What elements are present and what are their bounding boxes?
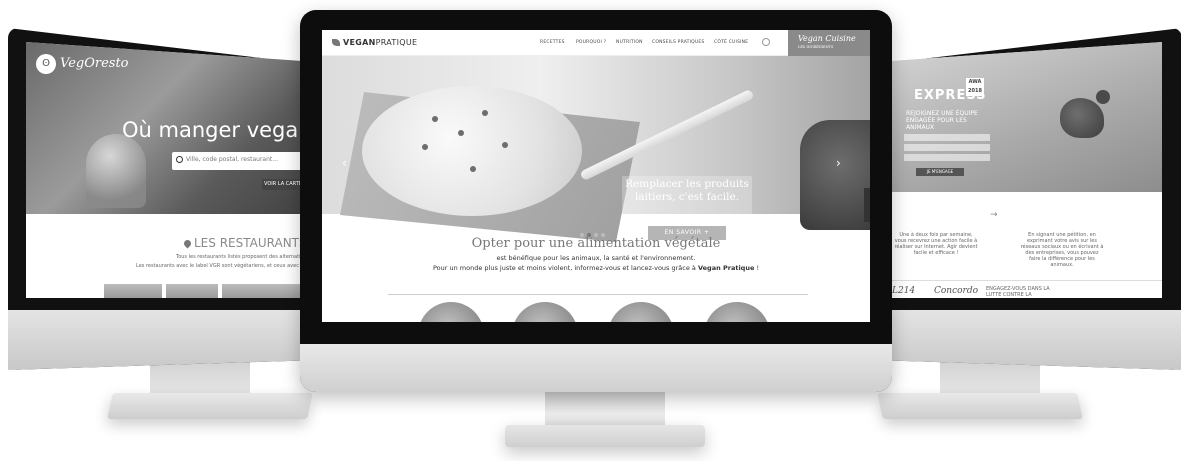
search-icon[interactable] bbox=[762, 38, 770, 46]
bread-image bbox=[800, 120, 870, 230]
herb-speck bbox=[432, 116, 438, 122]
hero-caption-line1: Remplacer les produits bbox=[625, 178, 749, 190]
arrow-right-icon: → bbox=[990, 210, 998, 220]
section-divider bbox=[388, 294, 808, 295]
top-navigation: VEGANPRATIQUE RECETTES POURQUOI ? NUTRIT… bbox=[322, 30, 870, 56]
category-thumbnail[interactable] bbox=[512, 302, 578, 322]
herb-speck bbox=[470, 166, 476, 172]
intro-text-line1: est bénéfique pour les animaux, la santé… bbox=[496, 254, 696, 262]
partner-logo-l214[interactable]: L214 bbox=[892, 286, 915, 296]
logo-bold-part: VEGAN bbox=[343, 38, 376, 47]
right-col1-text: Une à deux fois par semaine, vous recevr… bbox=[894, 232, 978, 256]
hen-image bbox=[1060, 98, 1104, 138]
vegan-cuisine-sub: LES INGRÉDIENTS bbox=[798, 45, 834, 49]
chevron-left-icon[interactable]: ‹ bbox=[342, 156, 347, 170]
view-map-button[interactable]: VOIR LA CARTE bbox=[262, 179, 304, 190]
award-badge: AWA 2018 bbox=[966, 78, 984, 96]
intro-text-brand: Vegan Pratique bbox=[697, 264, 755, 272]
herb-speck bbox=[502, 142, 508, 148]
vegoresto-logo-icon[interactable]: ʘ bbox=[36, 54, 56, 74]
logo-light-part: PRATIQUE bbox=[375, 38, 418, 47]
herb-speck bbox=[482, 110, 488, 116]
chevron-right-icon[interactable]: › bbox=[836, 156, 841, 170]
intro-text-line2-c: ! bbox=[754, 264, 760, 272]
signup-name-field[interactable] bbox=[904, 134, 990, 141]
left-screen-vegoresto: ʘ VegOresto Où manger vegan au res Ville… bbox=[26, 42, 324, 298]
signup-button[interactable]: JE M'ENGAGE bbox=[916, 168, 964, 176]
nav-item-cote-cuisine[interactable]: CÔTÉ CUISINE bbox=[714, 40, 748, 45]
restaurant-thumbnail[interactable] bbox=[166, 284, 218, 298]
intro-text-line2-a: Pour un monde plus juste et moins violen… bbox=[432, 264, 698, 272]
intro-text-line2: Pour un monde plus juste et moins violen… bbox=[322, 264, 870, 272]
vegoresto-logo[interactable]: VegOresto bbox=[60, 56, 129, 71]
intro-heading: Opter pour une alimentation végétale bbox=[471, 236, 721, 251]
vegan-cuisine-banner[interactable]: Vegan Cuisine LES INGRÉDIENTS bbox=[788, 30, 870, 56]
category-thumbnail[interactable] bbox=[608, 302, 674, 322]
signup-email-field[interactable] bbox=[904, 154, 990, 161]
right-screen-action-express: EXPRESS AWA 2018 REJOIGNEZ UNE ÉQUIPE EN… bbox=[870, 42, 1162, 298]
left-monitor-foot bbox=[107, 393, 313, 419]
nav-item-pourquoi[interactable]: POURQUOI ? bbox=[576, 40, 606, 45]
hen-head-image bbox=[1096, 90, 1110, 104]
right-monitor-chin bbox=[866, 310, 1181, 370]
map-pin-icon bbox=[182, 238, 193, 249]
right-subtitle: REJOIGNEZ UNE ÉQUIPE ENGAGÉE POUR LES AN… bbox=[906, 110, 978, 131]
herb-speck bbox=[458, 130, 464, 136]
signup-firstname-field[interactable] bbox=[904, 144, 990, 151]
hero-caption-line2: laitiers, c'est facile. bbox=[634, 191, 740, 203]
partner-text: ENGAGEZ-VOUS DANS LA LUTTE CONTRE LA SOU… bbox=[986, 286, 1050, 298]
vegan-cheese-image bbox=[362, 86, 582, 216]
center-screen-vegan-pratique: VEGANPRATIQUE RECETTES POURQUOI ? NUTRIT… bbox=[322, 30, 870, 322]
right-col2-text: En signant une pétition, en exprimant vo… bbox=[1020, 232, 1104, 268]
side-feedback-tab[interactable] bbox=[864, 188, 870, 222]
left-monitor-chin bbox=[8, 310, 326, 370]
category-thumbnail[interactable] bbox=[704, 302, 770, 322]
center-monitor-foot bbox=[505, 425, 705, 447]
nav-item-recettes[interactable]: RECETTES bbox=[540, 40, 565, 45]
center-monitor-chin bbox=[300, 344, 892, 392]
vegan-pratique-logo[interactable]: VEGANPRATIQUE bbox=[332, 38, 417, 47]
category-thumbnail[interactable] bbox=[418, 302, 484, 322]
left-text-line1: Tous les restaurants listés proposent de… bbox=[176, 254, 310, 260]
nav-item-conseils[interactable]: CONSEILS PRATIQUES bbox=[652, 40, 704, 45]
nav-item-nutrition[interactable]: NUTRITION bbox=[616, 40, 643, 45]
restaurant-thumbnail[interactable] bbox=[104, 284, 162, 298]
left-text-line2: Les restaurants avec le label VGR sont v… bbox=[136, 263, 319, 269]
right-monitor-foot bbox=[877, 393, 1083, 419]
wine-glass-image bbox=[86, 134, 146, 208]
monitors-scene: ʘ VegOresto Où manger vegan au res Ville… bbox=[0, 0, 1181, 461]
herb-speck bbox=[422, 144, 428, 150]
vegan-cuisine-title: Vegan Cuisine bbox=[798, 34, 856, 43]
left-hero-title: Où manger vegan au res bbox=[122, 118, 324, 142]
right-separator bbox=[870, 280, 1162, 281]
leaf-icon bbox=[332, 39, 340, 46]
partner-logo-concordo[interactable]: Concordo bbox=[934, 286, 978, 296]
hero-slider: Remplacer les produits laitiers, c'est fa… bbox=[322, 56, 870, 242]
search-icon bbox=[176, 156, 183, 163]
left-search-placeholder: Ville, code postal, restaurant... bbox=[186, 156, 278, 163]
